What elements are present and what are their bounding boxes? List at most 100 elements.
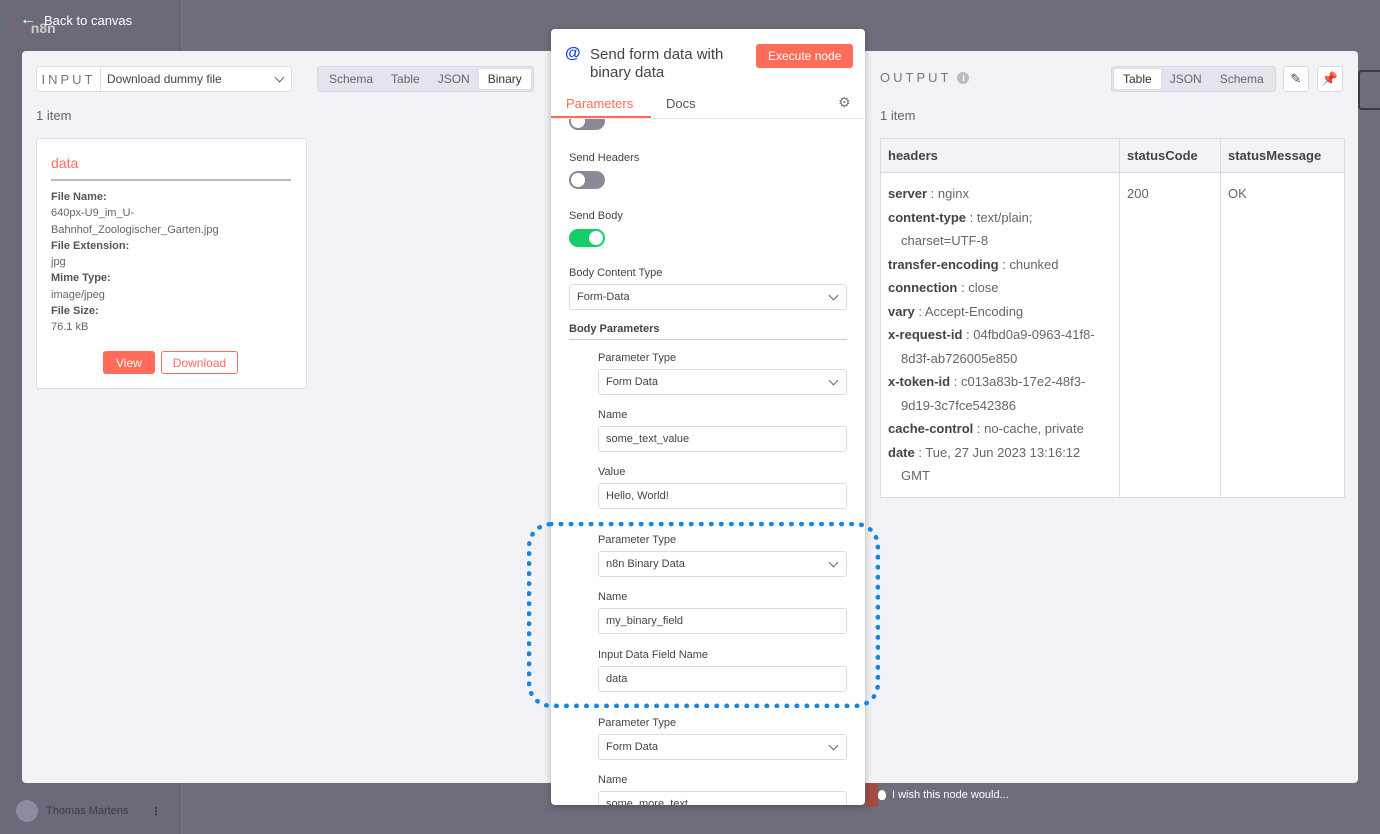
node-title[interactable]: Send form data with binary data [590, 46, 765, 82]
input-label: INPUT [36, 66, 100, 92]
wish-link[interactable]: I wish this node would... [878, 789, 1009, 801]
chevron-down-icon [828, 740, 839, 750]
chevron-down-icon [274, 72, 285, 82]
mime-type-label: Mime Type: [51, 272, 111, 285]
back-to-canvas-link[interactable]: ← Back to canvas [20, 11, 132, 29]
parameter-type-select[interactable]: n8n Binary Data [598, 551, 847, 577]
divider [569, 339, 847, 340]
lightbulb-icon [878, 790, 886, 800]
output-view-tabs: Table JSON Schema [1111, 66, 1276, 92]
active-tab-indicator [551, 116, 651, 118]
name-input[interactable]: some_text_value [598, 426, 847, 452]
body-content-type-label: Body Content Type [569, 267, 663, 279]
tab-parameters[interactable]: Parameters [566, 96, 633, 111]
name-value: some_text_value [606, 433, 690, 445]
node-parameters: Send Headers Send Body Body Content Type… [551, 119, 865, 805]
column-header-headers: headers [880, 138, 1120, 173]
name-input[interactable]: my_binary_field [598, 608, 847, 634]
view-button[interactable]: View [103, 351, 155, 374]
header-entry: server : nginx [888, 186, 969, 201]
parameter-type-value: Form Data [606, 741, 658, 753]
parameter-type-label: Parameter Type [598, 534, 677, 546]
input-tab-table[interactable]: Table [382, 69, 429, 89]
status-message-cell: OK [1220, 172, 1345, 498]
header-entry: x-token-id : c013a83b-17e2-48f3-9d19-3c7… [888, 374, 1086, 413]
send-body-label: Send Body [569, 210, 623, 222]
name-label: Name [598, 774, 628, 786]
file-name-value-2: Bahnhof_Zoologischer_Garten.jpg [51, 223, 219, 236]
parameter-type-label: Parameter Type [598, 717, 677, 729]
input-item-count: 1 item [36, 108, 72, 123]
header-entry: date : Tue, 27 Jun 2023 13:16:12 GMT [888, 444, 1081, 484]
table-row: server : nginx content-type : text/plain… [880, 172, 1345, 498]
input-data-field-name-value: data [606, 673, 628, 685]
download-button[interactable]: Download [160, 351, 239, 374]
input-view-tabs: Schema Table JSON Binary [317, 66, 534, 92]
input-data-field-name-input[interactable]: data [598, 666, 847, 692]
user-name: Thomas Martens [46, 805, 129, 817]
body-parameters-label: Body Parameters [569, 323, 660, 335]
edit-output-button[interactable]: ✎ [1283, 66, 1309, 92]
binary-metadata: File Name: 640px-U9_im_U- Bahnhof_Zoolog… [51, 189, 292, 336]
node-settings-header: @ Send form data with binary data Execut… [551, 29, 865, 119]
output-label: OUTPUT [880, 70, 952, 85]
value-value: Hello, World! [606, 490, 669, 502]
avatar [16, 800, 38, 822]
file-ext-label: File Extension: [51, 239, 130, 252]
output-item-count: 1 item [880, 108, 916, 123]
info-icon[interactable]: i [957, 71, 970, 84]
user-menu[interactable]: Thomas Martens ⋮ [16, 800, 162, 822]
input-tab-schema[interactable]: Schema [320, 69, 382, 89]
output-tab-table[interactable]: Table [1114, 69, 1161, 89]
http-request-icon: @ [565, 45, 581, 62]
pin-output-button[interactable]: 📌 [1317, 66, 1343, 92]
chevron-down-icon [828, 290, 839, 300]
name-input[interactable]: some_more_text [598, 791, 847, 805]
status-code-cell: 200 [1119, 172, 1221, 498]
send-body-toggle[interactable] [569, 229, 605, 247]
header-entry: vary : Accept-Encoding [888, 303, 1024, 319]
body-content-type-select[interactable]: Form-Data [569, 284, 847, 310]
file-size-value: 76.1 kB [51, 321, 89, 334]
parameter-type-label: Parameter Type [598, 352, 677, 364]
header-entry: x-request-id : 04fbd0a9-0963-41f8-8d3f-a… [888, 327, 1095, 366]
input-data-field-name-label: Input Data Field Name [598, 649, 709, 661]
input-node-select[interactable]: Download dummy file [100, 66, 292, 92]
parameter-type-value: n8n Binary Data [606, 558, 685, 570]
output-tab-json[interactable]: JSON [1161, 69, 1211, 89]
partial-toggle[interactable] [569, 119, 605, 130]
value-input[interactable]: Hello, World! [598, 483, 847, 509]
binary-card-actions: View Download [103, 351, 239, 374]
parameter-type-select[interactable]: Form Data [598, 734, 847, 760]
header-entry: transfer-encoding : chunked [888, 256, 1059, 272]
mime-type-value: image/jpeg [51, 288, 105, 301]
send-headers-label: Send Headers [569, 152, 640, 164]
more-icon[interactable]: ⋮ [151, 805, 162, 818]
binary-card-title: data [51, 155, 291, 181]
header-entry: cache-control : no-cache, private [888, 421, 1084, 436]
chevron-down-icon [828, 375, 839, 385]
execute-node-button[interactable]: Execute node [756, 44, 854, 68]
tab-docs[interactable]: Docs [666, 96, 696, 111]
backdrop-fragment [1358, 70, 1380, 110]
output-tab-schema[interactable]: Schema [1211, 69, 1273, 89]
header-entry: connection : close [888, 280, 999, 295]
name-label: Name [598, 409, 628, 421]
pin-icon: 📌 [1321, 71, 1339, 86]
file-name-label: File Name: [51, 191, 107, 203]
output-table: headers statusCode statusMessage server … [880, 138, 1345, 498]
name-label: Name [598, 591, 628, 603]
file-size-label: File Size: [51, 305, 99, 318]
input-tab-json[interactable]: JSON [429, 69, 479, 89]
column-header-status-code: statusCode [1119, 138, 1221, 173]
input-tab-binary[interactable]: Binary [478, 69, 531, 89]
chevron-down-icon [828, 557, 839, 567]
send-headers-toggle[interactable] [569, 171, 605, 189]
file-name-value-1: 640px-U9_im_U- [51, 207, 135, 220]
header-entry: content-type : text/plain; charset=UTF-8 [888, 209, 1033, 249]
name-value: some_more_text [606, 798, 688, 805]
gear-icon[interactable]: ⚙ [838, 95, 851, 109]
node-settings-panel: @ Send form data with binary data Execut… [551, 29, 865, 805]
parameter-type-select[interactable]: Form Data [598, 369, 847, 395]
back-to-canvas-label: Back to canvas [44, 12, 133, 28]
